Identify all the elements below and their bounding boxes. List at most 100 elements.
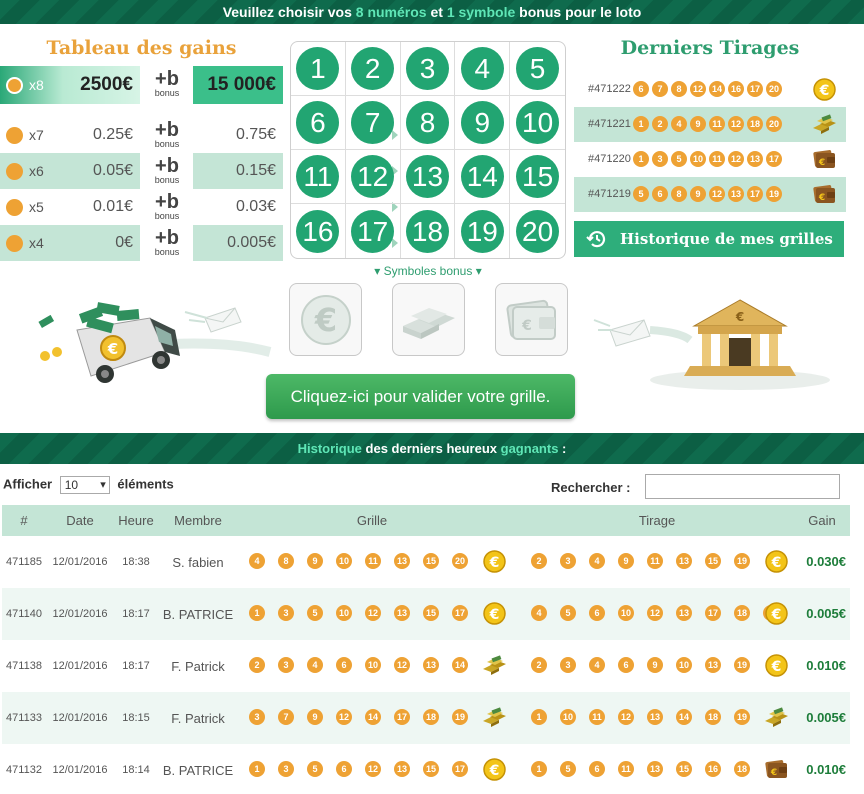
grid-ball: 3 [249, 709, 265, 725]
validate-grid-button[interactable]: Cliquez-ici pour valider votre grille. [266, 374, 575, 419]
draw-balls: 5 6 8 9 12 13 17 19 [633, 186, 782, 202]
instruction-text: bonus pour le loto [515, 4, 642, 20]
page-length-control: Afficher 10 éléments [3, 476, 174, 494]
number-ball[interactable]: 13 [405, 155, 449, 198]
draw-row: #471222 6 7 8 12 14 16 17 20 € [574, 72, 846, 107]
grid-cell[interactable]: 16 [291, 204, 346, 258]
grid-cell[interactable]: 13 [400, 150, 456, 204]
number-ball[interactable]: 16 [296, 209, 340, 253]
bonus-gold-button[interactable] [392, 283, 465, 356]
plus-b-label: +b [155, 191, 179, 213]
history-button-label: Historique de mes grilles [620, 230, 833, 248]
draw-balls: 1 3 5 10 11 12 13 17 [633, 151, 782, 167]
row-gain: 0.030€ [806, 554, 846, 569]
grid-cell[interactable]: 2 [345, 42, 401, 96]
bonus-gain-value: 0.15€ [235, 162, 276, 179]
svg-text:€: € [313, 301, 336, 339]
col-grid[interactable]: Grille [342, 505, 402, 536]
number-ball[interactable]: 5 [516, 47, 560, 90]
number-ball[interactable]: 7 [351, 101, 395, 144]
number-ball[interactable]: 10 [516, 101, 560, 144]
row-date: 12/01/2016 [52, 660, 108, 672]
col-draw[interactable]: Tirage [622, 505, 692, 536]
row-member: B. PATRICE [162, 606, 234, 622]
grid-cell[interactable]: 8 [400, 96, 456, 150]
number-ball[interactable]: 15 [516, 155, 560, 198]
search-input[interactable] [645, 474, 840, 499]
svg-text:€: € [735, 310, 744, 324]
row-id: 471132 [6, 764, 42, 776]
grid-cell[interactable]: 19 [455, 204, 511, 258]
grid-cell[interactable]: 12 [345, 150, 401, 204]
grid-cell[interactable]: 4 [455, 42, 511, 96]
plus-b-label: +b [155, 119, 179, 141]
number-ball[interactable]: 14 [460, 155, 504, 198]
draw-ball: 14 [676, 709, 692, 725]
col-gain[interactable]: Gain [802, 505, 842, 536]
grid-cell[interactable]: 18 [401, 204, 456, 258]
grid-ball: 8 [278, 553, 294, 569]
number-ball[interactable]: 4 [460, 47, 504, 90]
draws-list: #471222 6 7 8 12 14 16 17 20 € #471221 1 2 4 9 11 12 18 20… [574, 72, 846, 212]
row-grid-balls: 1 3 5 10 12 13 15 17 [249, 605, 468, 621]
col-date[interactable]: Date [58, 505, 102, 536]
draw-ball: 13 [647, 761, 663, 777]
grid-cell[interactable]: 6 [291, 96, 346, 150]
draw-ball: 15 [676, 761, 692, 777]
grid-cell[interactable]: 7 [345, 96, 401, 150]
number-ball[interactable]: 2 [351, 47, 395, 90]
grid-cell[interactable]: 1 [291, 42, 346, 96]
show-label: Afficher [3, 476, 53, 492]
page-length-select[interactable]: 10 [59, 476, 110, 494]
col-member[interactable]: Membre [166, 505, 230, 536]
draw-ball: 16 [705, 761, 721, 777]
grid-cell[interactable]: 17 [346, 204, 401, 258]
number-ball[interactable]: 19 [460, 209, 504, 253]
row-time: 18:17 [122, 660, 150, 672]
number-ball[interactable]: 9 [460, 101, 504, 144]
bonus-wallet-button[interactable]: € [495, 283, 568, 356]
row-time: 18:17 [122, 608, 150, 620]
draw-ball: 6 [652, 186, 668, 202]
number-ball[interactable]: 6 [296, 101, 340, 144]
number-ball[interactable]: 12 [351, 155, 395, 198]
grid-cell[interactable]: 20 [510, 204, 565, 258]
row-id: 471133 [6, 712, 42, 724]
instruction-text: et [426, 4, 447, 20]
number-ball[interactable]: 17 [351, 209, 395, 253]
row-member: F. Patrick [171, 658, 225, 674]
grid-ball: 5 [307, 761, 323, 777]
bonus-euro-button[interactable]: € [289, 283, 362, 356]
grid-cell[interactable]: 10 [510, 96, 565, 150]
draw-ball: 6 [589, 605, 605, 621]
row-gain: 0.005€ [806, 606, 846, 621]
draw-ball: 11 [589, 709, 605, 725]
draw-ball: 9 [618, 553, 634, 569]
history-button[interactable]: Historique de mes grilles [574, 221, 844, 257]
grid-cell[interactable]: 5 [510, 42, 565, 96]
grid-ball: 4 [249, 553, 265, 569]
number-ball[interactable]: 20 [516, 209, 560, 253]
number-ball[interactable]: 11 [296, 155, 340, 198]
draw-ball: 1 [531, 761, 547, 777]
draw-ball: 17 [705, 605, 721, 621]
gain-value: 0.05€ [92, 162, 133, 179]
grid-cell[interactable]: 14 [455, 150, 511, 204]
col-time[interactable]: Heure [114, 505, 158, 536]
number-ball[interactable]: 1 [296, 47, 340, 90]
row-id: 471138 [6, 660, 42, 672]
grid-cell[interactable]: 3 [400, 42, 456, 96]
draw-ball: 12 [690, 81, 706, 97]
grid-cell[interactable]: 9 [455, 96, 511, 150]
grid-cell[interactable]: 11 [291, 150, 346, 204]
euro-coin-icon: € [764, 549, 789, 574]
draw-ball: 12 [618, 709, 634, 725]
draw-row: #471219 5 6 8 9 12 13 17 19 € [574, 177, 846, 212]
number-ball[interactable]: 18 [405, 209, 449, 253]
number-ball[interactable]: 3 [405, 47, 449, 90]
draw-ball: 2 [531, 553, 547, 569]
number-ball[interactable]: 8 [405, 101, 449, 144]
grid-cell[interactable]: 15 [510, 150, 565, 204]
col-id[interactable]: # [14, 505, 34, 536]
draw-ball: 20 [766, 81, 782, 97]
